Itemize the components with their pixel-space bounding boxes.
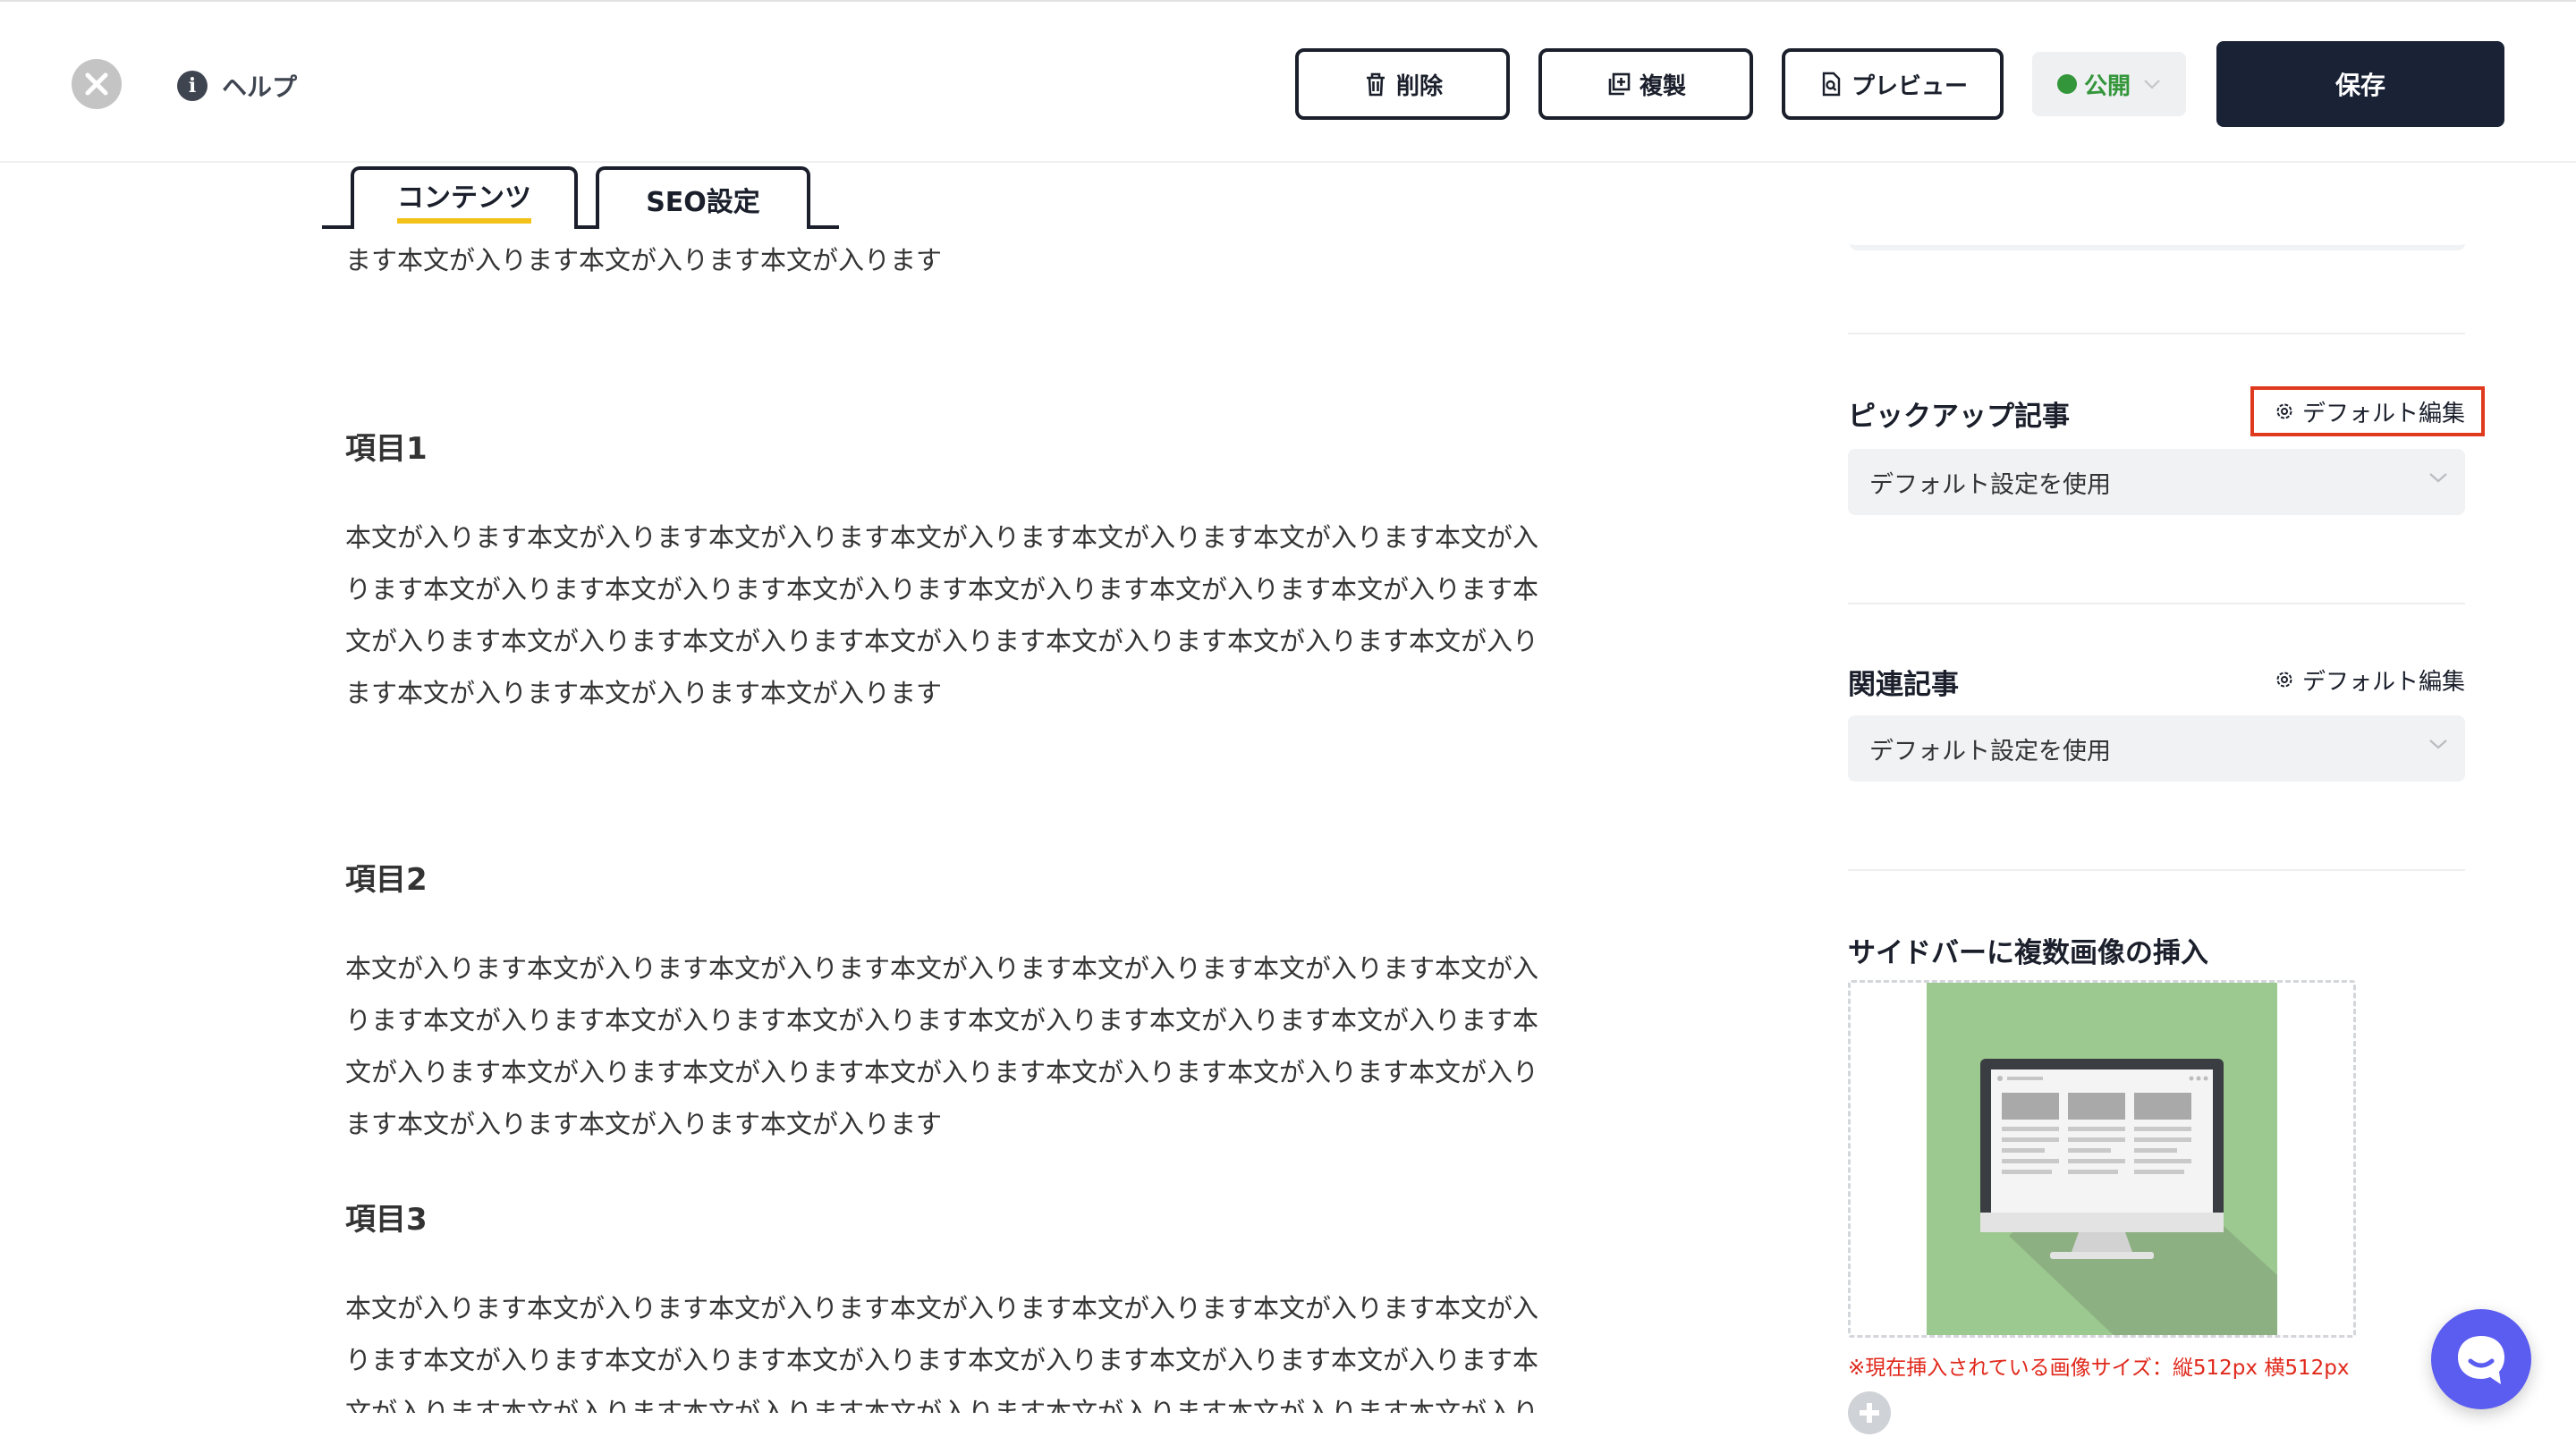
document-search-icon [1822,72,1841,97]
body-line: ります本文が入ります本文が入ります本文が入ります本文が入ります本文が入ります本文… [345,1345,1539,1375]
body-line: ります本文が入ります本文が入ります本文が入ります本文が入ります本文が入ります本文… [345,1005,1539,1036]
pickup-default-edit-link[interactable]: デフォルト編集 [2250,386,2486,436]
save-label: 保存 [2334,71,2385,100]
delete-label: 削除 [1395,72,1443,100]
chevron-down-icon [2429,473,2447,483]
body-line: 文が入ります本文が入ります本文が入ります本文が入ります本文が入ります本文が入りま… [345,626,1539,656]
tab-seo-label: SEO設定 [646,187,760,218]
section-heading[interactable]: 項目3 [345,1195,428,1238]
body-line: 本文が入ります本文が入ります本文が入ります本文が入ります本文が入ります本文が入り… [345,522,1539,553]
monitor-thumbnail-image[interactable] [1848,980,2356,1338]
image-dropzone[interactable] [1848,980,2356,1338]
copy-icon [1608,72,1631,96]
body-line: 文が入ります本文が入ります本文が入ります本文が入ります本文が入ります本文が入りま… [345,1397,1539,1413]
trash-icon [1366,72,1385,97]
close-icon [85,72,108,96]
top-toolbar: i ヘルプ 削除 複製 プレビュー 公開 保存 [0,0,2576,163]
duplicate-button[interactable]: 複製 [1538,48,1753,120]
related-articles-title: 関連記事 [1848,669,1959,701]
delete-button[interactable]: 削除 [1295,48,1510,120]
chevron-down-icon [2144,80,2160,89]
save-button[interactable]: 保存 [2216,41,2504,127]
body-line: 本文が入ります本文が入ります本文が入ります本文が入ります本文が入ります本文が入り… [345,953,1539,984]
chat-button[interactable] [2431,1309,2531,1409]
chat-icon [2458,1336,2504,1384]
default-edit-label: デフォルト編集 [2302,668,2466,696]
plus-circle-icon [1860,1403,1879,1423]
publish-status-select[interactable]: 公開 [2032,52,2186,116]
section-heading[interactable]: 項目1 [345,424,428,468]
body-line: ます本文が入ります本文が入ります本文が入ります [345,245,943,275]
close-button[interactable] [72,59,122,109]
info-icon: i [177,71,208,101]
sidebar-divider [1848,333,2465,334]
preview-label: プレビュー [1851,72,1968,100]
pickup-articles-title: ピックアップ記事 [1848,401,2070,433]
body-line: ます本文が入ります本文が入ります本文が入ります [345,1109,943,1139]
sidebar-divider [1848,603,2465,604]
gear-icon [2276,672,2292,688]
help-link[interactable]: i ヘルプ [177,66,297,106]
image-size-note: ※現在挿入されている画像サイズ：縦512px 横512px [1848,1357,2350,1380]
tab-contents-label: コンテンツ [397,175,531,224]
preview-button[interactable]: プレビュー [1782,48,2004,120]
tab-contents[interactable]: コンテンツ [351,166,578,229]
chevron-down-icon [2429,740,2447,749]
default-edit-label: デフォルト編集 [2302,400,2466,427]
related-articles-select[interactable]: デフォルト設定を使用 [1848,715,2465,782]
status-label: 公開 [2083,72,2131,100]
body-paragraph[interactable]: 本文が入ります本文が入ります本文が入ります本文が入ります本文が入ります本文が入り… [345,943,1665,1150]
previous-field-edge [1850,224,2465,250]
body-paragraph[interactable]: 本文が入ります本文が入ります本文が入ります本文が入ります本文が入ります本文が入り… [345,1282,1665,1413]
body-paragraph[interactable]: 本文が入ります本文が入ります本文が入ります本文が入ります本文が入ります本文が入り… [345,511,1665,719]
gear-icon [2276,403,2292,419]
status-dot-icon [2056,74,2077,94]
body-line: ます本文が入ります本文が入ります本文が入ります [345,678,943,708]
body-line: ります本文が入ります本文が入ります本文が入ります本文が入ります本文が入ります本文… [345,574,1539,604]
duplicate-label: 複製 [1639,72,1686,100]
help-label: ヘルプ [222,72,298,102]
body-paragraph[interactable]: ます本文が入ります本文が入ります本文が入ります [345,234,1665,286]
sidebar-divider [1848,869,2465,871]
section-heading[interactable]: 項目2 [345,855,428,899]
sidebar-images-title: サイドバーに複数画像の挿入 [1848,937,2208,969]
pickup-articles-select[interactable]: デフォルト設定を使用 [1848,449,2465,515]
select-value: デフォルト設定を使用 [1869,470,2111,499]
tab-seo-settings[interactable]: SEO設定 [596,166,810,229]
body-line: 文が入ります本文が入ります本文が入ります本文が入ります本文が入ります本文が入りま… [345,1057,1539,1087]
related-default-edit-link[interactable]: デフォルト編集 [2274,655,2465,705]
add-image-button[interactable] [1848,1391,1891,1434]
body-line: 本文が入ります本文が入ります本文が入ります本文が入ります本文が入ります本文が入り… [345,1293,1539,1323]
select-value: デフォルト設定を使用 [1869,737,2111,765]
